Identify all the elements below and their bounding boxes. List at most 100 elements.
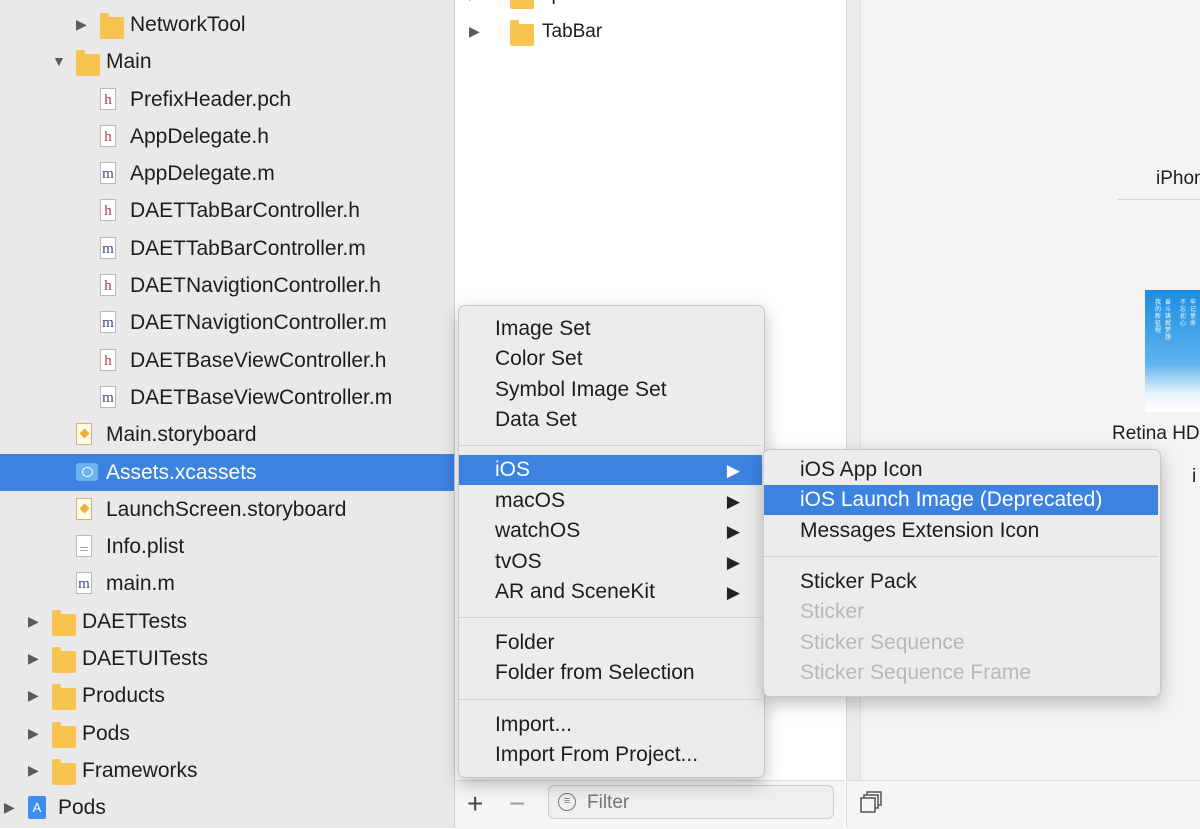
menu-item[interactable]: AR and SceneKit ▶ <box>459 577 762 607</box>
navigator-item[interactable]: m DAETNavigtionController.m <box>0 304 454 341</box>
menu-item[interactable]: Image Set <box>459 314 762 344</box>
menu-item[interactable]: Messages Extension Icon <box>764 516 1158 546</box>
navigator-item[interactable]: ▶ DAETTests <box>0 603 454 640</box>
navigator-item[interactable]: ▼ Main <box>0 43 454 80</box>
navigator-item-label: AppDelegate.m <box>130 162 275 186</box>
asset-group-label: special <box>542 0 601 7</box>
menu-item: Sticker Sequence <box>764 628 1158 658</box>
disclosure-closed-icon[interactable]: ▶ <box>28 762 42 778</box>
navigator-item-label: DAETTabBarController.m <box>130 236 366 260</box>
menu-item[interactable]: iOS App Icon <box>764 455 1158 485</box>
menu-item[interactable]: Symbol Image Set <box>459 375 762 405</box>
asset-group-item[interactable]: ▶ special <box>455 0 845 13</box>
menu-item-label: Color Set <box>495 347 583 370</box>
folder-icon <box>510 0 534 9</box>
menu-item-label: Sticker Sequence Frame <box>800 661 1032 684</box>
header-file-icon: h <box>100 274 116 297</box>
disclosure-closed-icon[interactable]: ▶ <box>4 799 18 815</box>
navigator-item-label: Main <box>106 50 152 74</box>
menu-item-label: Symbol Image Set <box>495 378 667 401</box>
navigator-item[interactable]: h AppDelegate.h <box>0 118 454 155</box>
navigator-item-label: Main.storyboard <box>106 423 257 447</box>
navigator-item[interactable]: h DAETNavigtionController.h <box>0 267 454 304</box>
menu-item[interactable]: iOS Launch Image (Deprecated) <box>764 485 1158 515</box>
menu-item[interactable]: Folder <box>459 628 762 658</box>
submenu-arrow-icon: ▶ <box>726 522 740 541</box>
asset-group-label: TabBar <box>542 21 603 43</box>
menu-separator <box>459 617 762 618</box>
menu-item-label: Messages Extension Icon <box>800 519 1040 542</box>
menu-item[interactable]: Color Set <box>459 344 762 374</box>
disclosure-closed-icon[interactable]: ▶ <box>76 16 90 32</box>
storyboard-icon <box>76 423 92 446</box>
navigator-item-label: DAETBaseViewController.h <box>130 348 387 372</box>
menu-item-label: Data Set <box>495 408 577 431</box>
project-navigator: ▶ NetworkTool ▼ Main h PrefixHeader.pch h AppDe… <box>0 0 455 828</box>
navigator-item[interactable]: Assets.xcassets <box>0 453 454 491</box>
disclosure-closed-icon[interactable]: ▶ <box>28 613 42 629</box>
navigator-item-label: DAETNavigtionController.m <box>130 311 387 335</box>
navigator-item[interactable]: m AppDelegate.m <box>0 155 454 192</box>
navigator-item[interactable]: h PrefixHeader.pch <box>0 81 454 118</box>
stacked-pages-icon[interactable] <box>860 791 884 813</box>
navigator-item-label: AppDelegate.h <box>130 124 269 148</box>
navigator-item[interactable]: h DAETBaseViewController.h <box>0 342 454 379</box>
menu-item-label: iOS <box>495 458 531 481</box>
filter-input[interactable] <box>585 790 819 816</box>
menu-item-label: Sticker Pack <box>800 570 917 593</box>
ios-submenu: iOS App Icon iOS Launch Image (Deprecated… <box>763 449 1161 697</box>
add-asset-menu: Image Set Color Set Symbol Image Set Data S… <box>458 305 765 778</box>
menu-item[interactable]: tvOS ▶ <box>459 547 762 577</box>
navigator-item[interactable]: ▶ Frameworks <box>0 752 454 789</box>
slot-divider <box>1118 199 1200 200</box>
submenu-arrow-icon: ▶ <box>726 553 740 572</box>
navigator-item[interactable]: ▶ NetworkTool <box>0 6 454 43</box>
navigator-item-label: NetworkTool <box>130 13 246 36</box>
folder-icon <box>52 684 76 711</box>
navigator-item[interactable]: m DAETBaseViewController.m <box>0 379 454 416</box>
menu-item[interactable]: watchOS ▶ <box>459 516 762 546</box>
menu-item-label: Folder from Selection <box>495 661 695 684</box>
navigator-item[interactable]: Main.storyboard <box>0 416 454 453</box>
folder-icon <box>52 609 76 636</box>
source-file-icon: m <box>100 162 116 185</box>
menu-item[interactable]: Folder from Selection <box>459 658 762 688</box>
plist-icon <box>76 535 92 558</box>
menu-item-label: watchOS <box>495 519 581 542</box>
navigator-item[interactable]: h DAETTabBarController.h <box>0 192 454 229</box>
disclosure-open-icon[interactable]: ▼ <box>52 53 66 69</box>
disclosure-closed-icon[interactable]: ▶ <box>28 650 42 666</box>
disclosure-closed-icon[interactable]: ▶ <box>469 0 483 2</box>
navigator-item[interactable]: ▶ DAETUITests <box>0 640 454 677</box>
menu-item[interactable]: macOS ▶ <box>459 486 762 516</box>
disclosure-closed-icon[interactable]: ▶ <box>469 23 483 39</box>
submenu-arrow-icon: ▶ <box>726 461 740 480</box>
disclosure-closed-icon[interactable]: ▶ <box>28 725 42 741</box>
header-file-icon: h <box>100 87 116 110</box>
navigator-item[interactable]: LaunchScreen.storyboard <box>0 491 454 528</box>
navigator-item[interactable]: ▶ Products <box>0 677 454 714</box>
navigator-item[interactable]: m DAETTabBarController.m <box>0 230 454 267</box>
menu-item: Sticker Sequence Frame <box>764 658 1158 688</box>
menu-item[interactable]: iOS ▶ <box>459 455 762 485</box>
remove-asset-button[interactable]: − <box>509 787 525 821</box>
menu-item[interactable]: Sticker Pack <box>764 567 1158 597</box>
filter-field[interactable]: ≡ <box>548 785 834 819</box>
navigator-item-label: Pods <box>82 721 130 745</box>
disclosure-closed-icon[interactable]: ▶ <box>28 687 42 703</box>
menu-item-label: macOS <box>495 489 566 512</box>
navigator-item[interactable]: m main.m <box>0 565 454 602</box>
menu-item[interactable]: Import From Project... <box>459 740 762 770</box>
asset-list: ▶ special ▶ TabBar <box>455 0 845 51</box>
menu-item[interactable]: Import... <box>459 710 762 740</box>
navigator-item[interactable]: Info.plist <box>0 528 454 565</box>
menu-item-label: Import... <box>495 713 573 736</box>
navigator-item[interactable]: ▶ A Pods <box>0 789 454 826</box>
navigator-item[interactable]: ▶ Pods <box>0 715 454 752</box>
launch-image-thumbnail[interactable]: 我的新征程 奋斗铸就梦想 不忘初心 牢记使命 <box>1145 290 1200 412</box>
asset-group-item[interactable]: ▶ TabBar <box>455 13 845 50</box>
navigator-item-label: DAETBaseViewController.m <box>130 385 393 409</box>
menu-item[interactable]: Data Set <box>459 405 762 435</box>
add-asset-button[interactable]: + <box>467 787 483 821</box>
asset-list-toolbar: + − ≡ <box>455 780 845 829</box>
